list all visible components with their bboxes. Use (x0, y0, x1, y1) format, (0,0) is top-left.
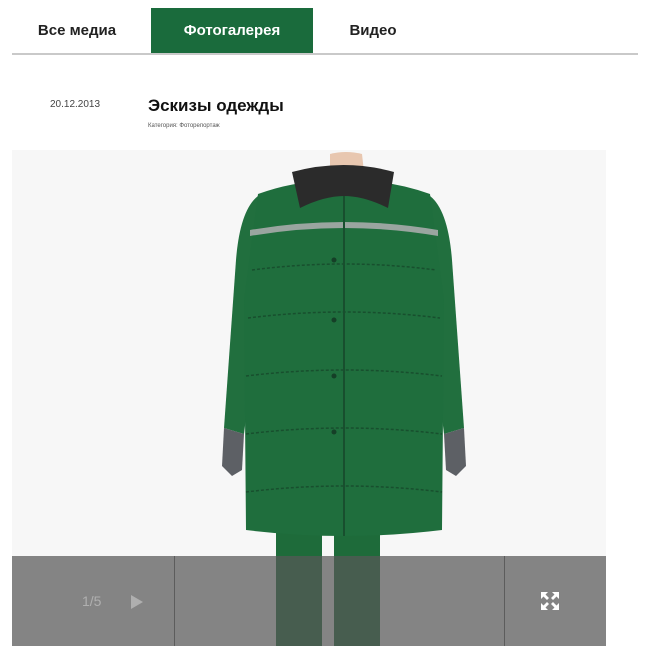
divider (504, 556, 505, 646)
post-category[interactable]: Категория: Фоторепортаж (148, 123, 220, 129)
divider (174, 556, 175, 646)
media-tabs: Все медиа Фотогалерея Видео (12, 8, 638, 55)
tab-photo-gallery[interactable]: Фотогалерея (151, 8, 313, 53)
play-icon[interactable] (130, 594, 144, 610)
post-date: 20.12.2013 (50, 99, 101, 110)
slide-counter: 1/5 (82, 593, 102, 609)
tab-video[interactable]: Видео (332, 8, 414, 53)
tab-all-media[interactable]: Все медиа (22, 8, 132, 53)
post-title[interactable]: Эскизы одежды (148, 96, 284, 116)
gallery-controls: 1/5 (12, 556, 606, 646)
fullscreen-icon[interactable] (540, 591, 560, 611)
